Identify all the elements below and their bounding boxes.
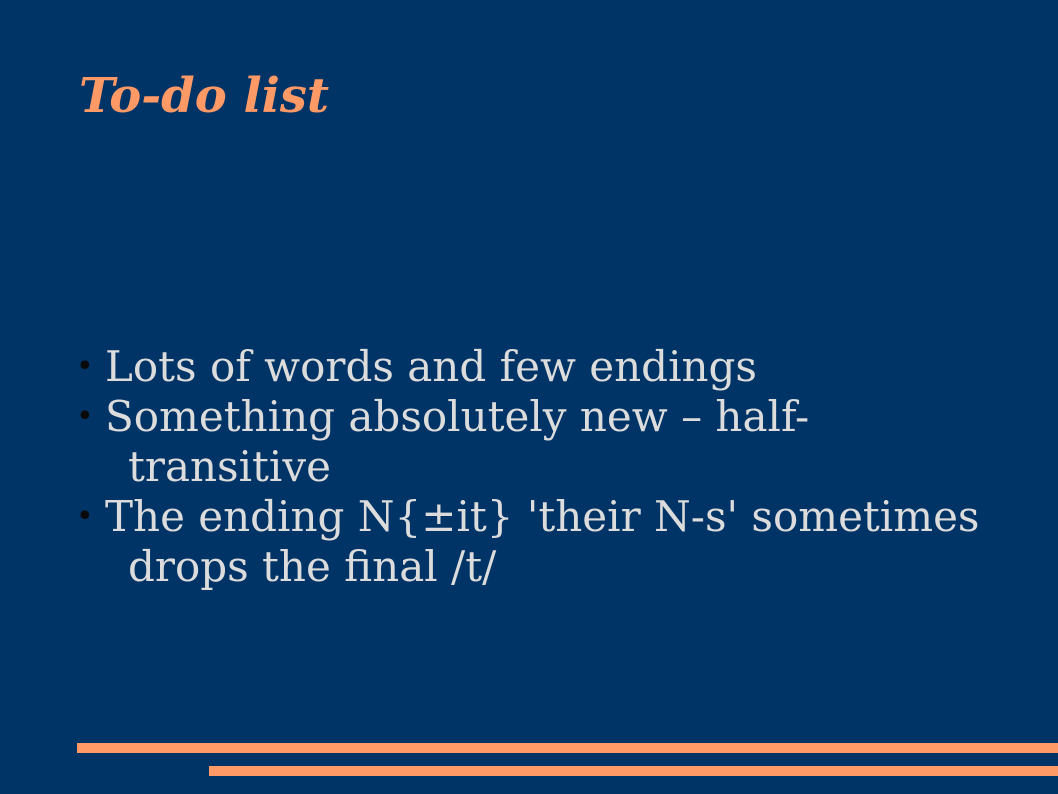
bullet-dot-icon: • [76, 399, 94, 434]
bullet-text: Something absolutely new – half-transiti… [105, 392, 810, 491]
accent-rule-bottom [209, 766, 1058, 776]
bullet-text: The ending N{±it} 'their N-s' sometimes d… [105, 492, 980, 591]
slide-title: To-do list [79, 68, 330, 124]
slide: To-do list • Lots of words and few endin… [0, 0, 1058, 794]
list-item: • Lots of words and few endings [76, 342, 1036, 392]
bullet-list: • Lots of words and few endings • Someth… [76, 342, 1036, 592]
bullet-text: Lots of words and few endings [105, 342, 757, 391]
bullet-dot-icon: • [76, 349, 94, 384]
accent-rule-top [77, 743, 1058, 753]
bullet-dot-icon: • [76, 499, 94, 534]
list-item: • Something absolutely new – half-transi… [76, 392, 1036, 492]
list-item: • The ending N{±it} 'their N-s' sometime… [76, 492, 1036, 592]
